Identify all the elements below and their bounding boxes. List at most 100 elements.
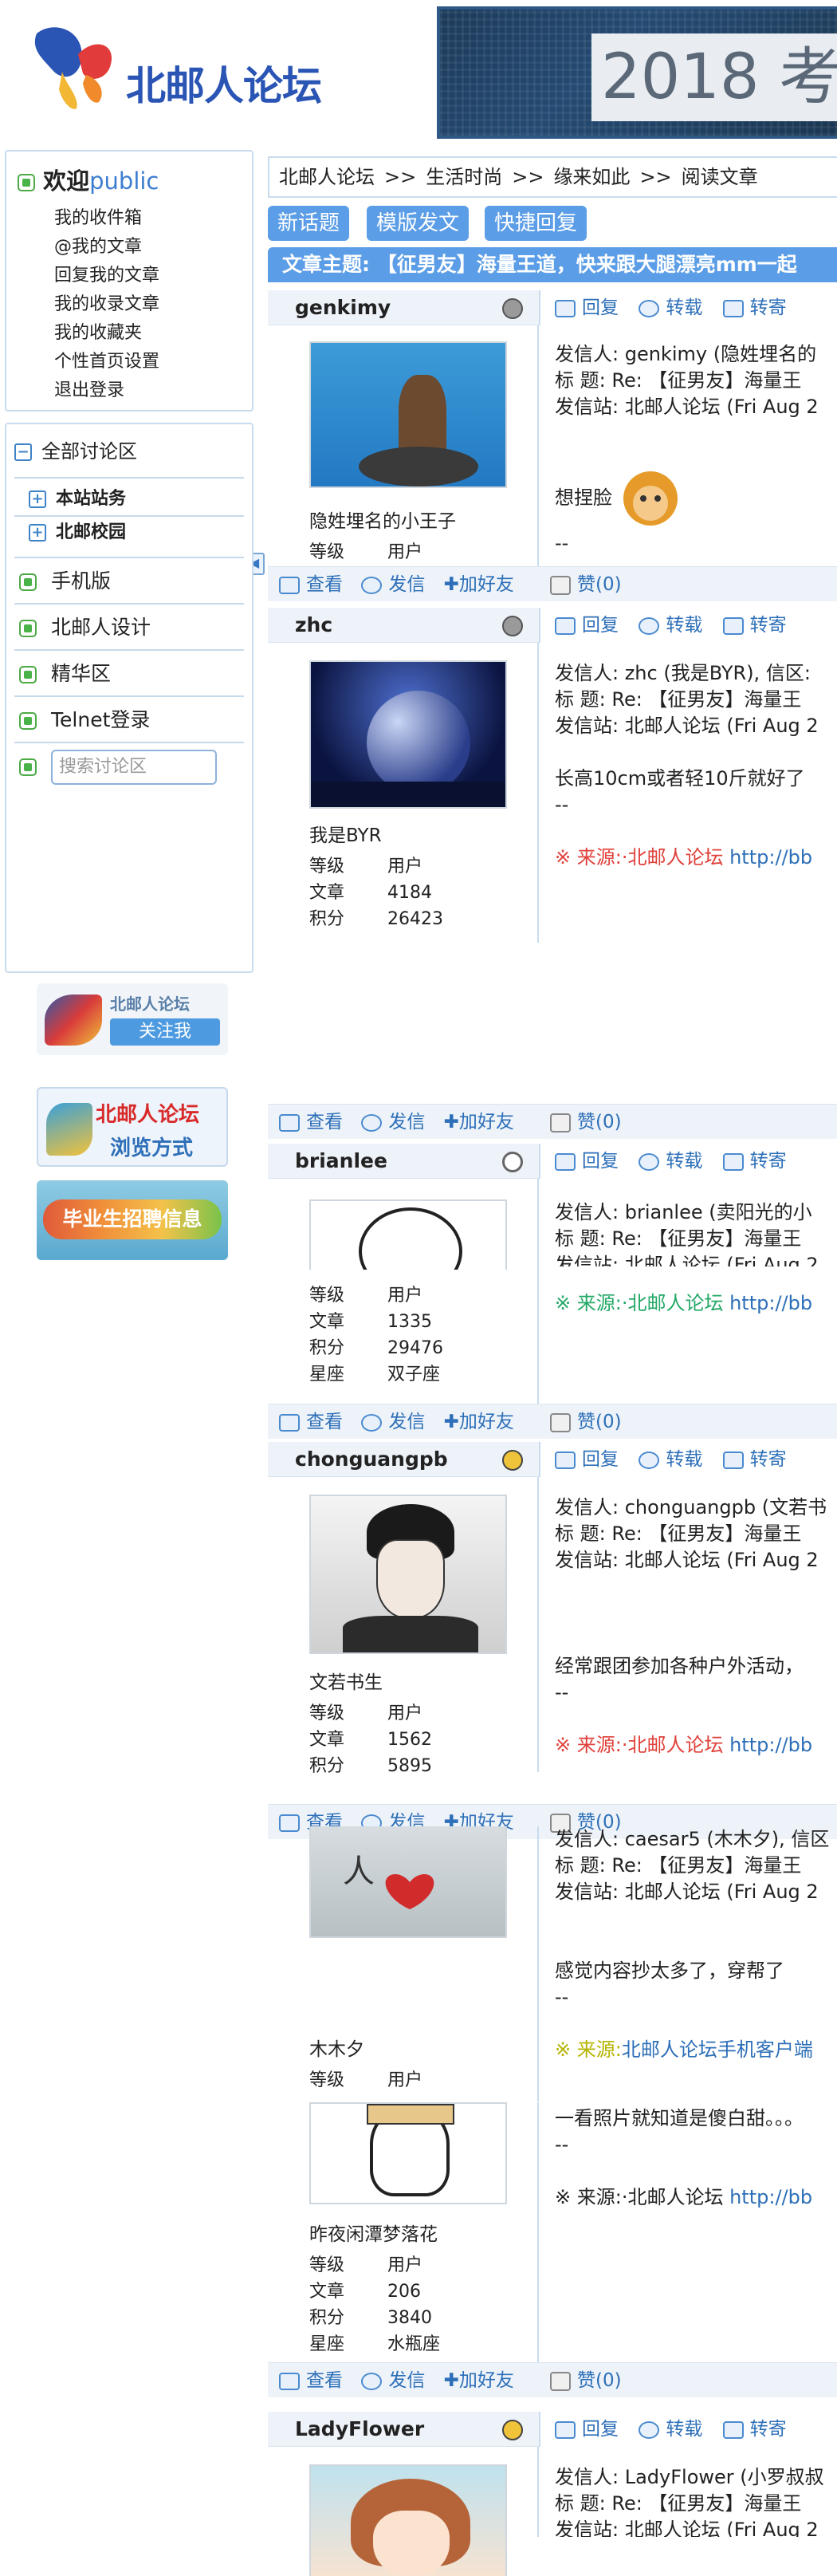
user-avatar[interactable]	[309, 2464, 507, 2576]
butterfly-logo-icon	[45, 995, 102, 1046]
reply-button[interactable]: 回复	[555, 1442, 619, 1477]
job-info-promo[interactable]: 毕业生招聘信息	[37, 1180, 228, 1260]
mail-forward-button[interactable]: 转寄	[722, 290, 787, 325]
board-item-site-affairs[interactable]: + 本站站务	[14, 483, 244, 515]
link-replies[interactable]: 回复我的文章	[54, 266, 159, 286]
send-message-button[interactable]: 发信	[361, 574, 425, 595]
sidebar-item-design[interactable]: 北邮人设计	[14, 603, 244, 649]
post-source: ※ 来源:·北邮人论坛	[555, 2186, 724, 2208]
user-avatar[interactable]	[309, 2102, 507, 2204]
green-dot-icon	[19, 666, 37, 683]
welcome-username[interactable]: public	[89, 167, 159, 195]
user-avatar[interactable]: 人	[309, 1826, 507, 1938]
user-avatar[interactable]	[309, 1495, 507, 1654]
sidebar-item-telnet[interactable]: Telnet登录	[14, 695, 244, 742]
post-content: 发信人: genkimy (隐姓埋名的 标 题: Re: 【征男友】海量王 发信…	[555, 343, 819, 554]
view-profile-button[interactable]: 查看	[279, 1112, 343, 1132]
quick-reply-button[interactable]: 快捷回复	[485, 206, 587, 241]
board-item-campus[interactable]: + 北邮校园	[14, 515, 244, 547]
post-username[interactable]: brianlee	[295, 1144, 387, 1179]
add-friend-button[interactable]: ✚加好友	[444, 574, 514, 595]
like-button[interactable]: 赞(0)	[550, 1105, 622, 1140]
user-info: 隐姓埋名的小王子 等级 用户	[268, 325, 539, 566]
sidebar-item-label: 手机版	[51, 569, 112, 593]
breadcrumb-home[interactable]: 北邮人论坛	[279, 166, 375, 188]
link-mentions[interactable]: @我的文章	[54, 237, 142, 257]
expand-plus-icon[interactable]: +	[29, 490, 46, 508]
send-message-button[interactable]: 发信	[361, 1112, 425, 1132]
view-profile-button[interactable]: 查看	[279, 2370, 343, 2391]
message-icon	[361, 1413, 383, 1432]
like-button[interactable]: 赞(0)	[550, 2363, 622, 2398]
post-content: 一看照片就知道是傻白甜。。。 -- ※ 来源:·北邮人论坛 http://bb	[555, 2107, 813, 2208]
source-link[interactable]: http://bb	[729, 1292, 812, 1314]
template-post-button[interactable]: 模版发文	[367, 206, 470, 241]
link-logout[interactable]: 退出登录	[54, 380, 124, 400]
post-username[interactable]: LadyFlower	[295, 2412, 424, 2447]
source-link[interactable]: 北邮人论坛手机客户端	[622, 2038, 813, 2061]
all-boards-item[interactable]: − 全部讨论区	[14, 431, 244, 472]
link-home-settings[interactable]: 个性首页设置	[54, 352, 159, 372]
breadcrumb-section[interactable]: 生活时尚	[426, 166, 502, 188]
plus-icon: ✚	[443, 574, 459, 595]
board-search-input[interactable]: 搜索讨论区	[51, 750, 217, 785]
exam-banner[interactable]: 2018 考研	[437, 6, 837, 139]
link-collected[interactable]: 我的收录文章	[54, 294, 159, 314]
send-message-button[interactable]: 发信	[361, 1412, 425, 1432]
reply-button[interactable]: 回复	[555, 608, 619, 643]
link-inbox[interactable]: 我的收件箱	[54, 208, 142, 228]
view-icon	[279, 1113, 300, 1132]
reply-icon	[555, 1152, 576, 1171]
forward-button[interactable]: 转载	[639, 1442, 702, 1477]
forward-button[interactable]: 转载	[639, 290, 702, 325]
like-button[interactable]: 赞(0)	[550, 1404, 622, 1440]
post-content: 发信人: chonguangpb (文若书 标 题: Re: 【征男友】海量王 …	[555, 1496, 827, 1756]
add-friend-button[interactable]: ✚加好友	[444, 2370, 514, 2391]
source-link[interactable]: http://bb	[729, 2186, 812, 2208]
sidebar-item-mobile[interactable]: 手机版	[14, 557, 244, 603]
follow-promo[interactable]: 北邮人论坛 关注我	[37, 983, 228, 1055]
user-avatar[interactable]	[309, 1199, 507, 1270]
like-button[interactable]: 赞(0)	[550, 567, 622, 602]
send-message-button[interactable]: 发信	[361, 2370, 425, 2391]
mail-forward-button[interactable]: 转寄	[722, 2412, 787, 2447]
view-profile-button[interactable]: 查看	[279, 574, 343, 595]
add-friend-button[interactable]: ✚加好友	[444, 1112, 514, 1132]
add-friend-button[interactable]: ✚加好友	[444, 1412, 514, 1432]
user-avatar[interactable]	[309, 341, 507, 488]
expand-plus-icon[interactable]: +	[29, 524, 46, 542]
user-avatar[interactable]	[309, 660, 507, 809]
user-nickname: 我是BYR	[309, 825, 382, 846]
forward-button[interactable]: 转载	[639, 2412, 702, 2447]
mail-forward-button[interactable]: 转寄	[722, 608, 787, 643]
mail-forward-button[interactable]: 转寄	[722, 1144, 787, 1179]
reply-button[interactable]: 回复	[555, 2412, 619, 2447]
post-content: 发信人: caesar5 (木木夕), 信区 标 题: Re: 【征男友】海量王…	[555, 1828, 830, 2061]
new-topic-button[interactable]: 新话题	[268, 206, 350, 241]
message-icon	[361, 1113, 383, 1132]
link-favorites[interactable]: 我的收藏夹	[54, 323, 142, 343]
message-icon	[361, 576, 383, 594]
collapse-minus-icon[interactable]: −	[14, 443, 32, 461]
browse-mode-promo[interactable]: 北邮人论坛 浏览方式	[37, 1087, 228, 1167]
post-username[interactable]: chonguangpb	[295, 1442, 448, 1477]
source-link[interactable]: http://bb	[729, 1734, 812, 1756]
breadcrumb-board[interactable]: 缘来如此	[553, 166, 630, 188]
source-link[interactable]: http://bb	[729, 846, 812, 869]
sidebar-item-digest[interactable]: 精华区	[14, 649, 244, 695]
reply-button[interactable]: 回复	[555, 290, 619, 325]
user-info: 等级 用户 文章 1335 积分 29476 星座 双子座	[268, 1179, 539, 1439]
forum-logo[interactable]: 北邮人论坛	[30, 22, 325, 118]
view-profile-button[interactable]: 查看	[279, 1412, 343, 1432]
post-username[interactable]: genkimy	[295, 290, 391, 325]
post-username[interactable]: zhc	[295, 608, 332, 643]
user-info: 我是BYR 等级 用户 文章 4184 积分 26423	[268, 643, 539, 943]
follow-button[interactable]: 关注我	[110, 1018, 220, 1046]
forward-button[interactable]: 转载	[639, 1144, 702, 1179]
reply-button[interactable]: 回复	[555, 1144, 619, 1179]
forward-button[interactable]: 转载	[639, 608, 702, 643]
post: brianlee 回复 转载 转寄 等级 用户 文章 1335 积分 29476 星座…	[268, 1144, 837, 1439]
thumbs-up-icon	[550, 575, 571, 595]
mail-forward-button[interactable]: 转寄	[722, 1442, 787, 1477]
post-content: 发信人: zhc (我是BYR), 信区: 标 题: Re: 【征男友】海量王 …	[555, 662, 819, 869]
